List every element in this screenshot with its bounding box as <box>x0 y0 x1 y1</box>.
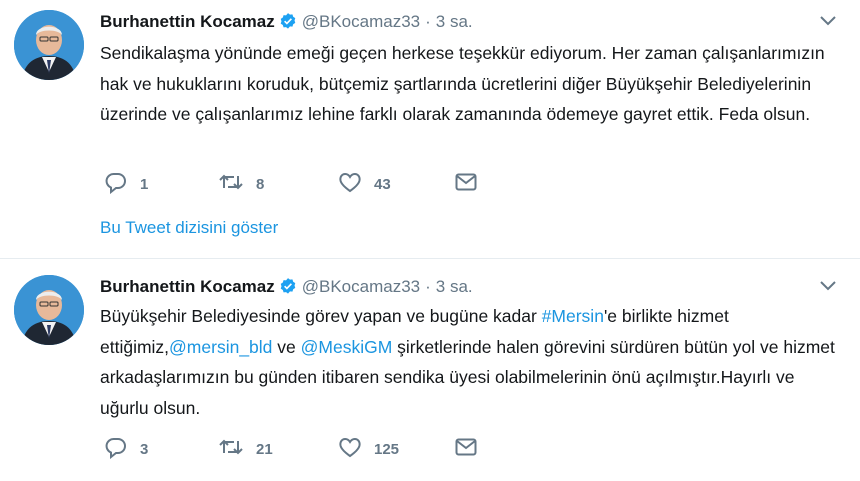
like-count: 43 <box>374 175 391 193</box>
tweet-time[interactable]: 3 sa. <box>436 12 473 31</box>
direct-message-button[interactable] <box>454 172 478 196</box>
reply-button[interactable]: 1 <box>104 172 148 196</box>
separator-dot: · <box>425 12 431 31</box>
chevron-down-icon[interactable] <box>818 279 838 293</box>
retweet-icon <box>218 170 244 199</box>
tweet-time[interactable]: 3 sa. <box>436 277 473 296</box>
retweet-count: 21 <box>256 440 273 458</box>
avatar[interactable] <box>14 275 84 345</box>
verified-badge-icon <box>279 12 297 37</box>
tweet[interactable]: Burhanettin Kocamaz @BKocamaz33 · 3 sa. Büy… <box>0 258 860 481</box>
tweet-header: Burhanettin Kocamaz @BKocamaz33 · 3 sa. <box>100 275 473 299</box>
tweet-text: Büyükşehir Belediyesinde görev yapan ve … <box>100 301 840 423</box>
reply-icon <box>104 435 128 464</box>
hashtag-link[interactable]: #Mersin <box>542 306 604 326</box>
like-button[interactable]: 125 <box>338 437 399 461</box>
heart-icon <box>338 435 362 464</box>
like-button[interactable]: 43 <box>338 172 391 196</box>
show-thread-link[interactable]: Bu Tweet dizisini göster <box>100 218 278 238</box>
reply-icon <box>104 170 128 199</box>
retweet-count: 8 <box>256 175 265 193</box>
chevron-down-icon[interactable] <box>818 14 838 28</box>
reply-count: 3 <box>140 440 149 458</box>
text-segment: Büyükşehir Belediyesinde görev yapan ve … <box>100 306 542 326</box>
direct-message-icon <box>454 435 478 464</box>
reply-button[interactable]: 3 <box>104 437 148 461</box>
verified-badge-icon <box>279 277 297 302</box>
tweet-text: Sendikalaşma yönünde emeği geçen herkese… <box>100 43 825 124</box>
like-count: 125 <box>374 440 400 458</box>
author-name[interactable]: Burhanettin Kocamaz <box>100 12 275 31</box>
mention-link[interactable]: @MeskiGM <box>301 337 393 357</box>
author-handle[interactable]: @BKocamaz33 <box>302 277 420 296</box>
author-name[interactable]: Burhanettin Kocamaz <box>100 277 275 296</box>
separator-dot: · <box>425 277 431 296</box>
text-segment: ve <box>272 336 301 357</box>
retweet-icon <box>218 435 244 464</box>
author-handle[interactable]: @BKocamaz33 <box>302 12 420 31</box>
tweet[interactable]: Burhanettin Kocamaz @BKocamaz33 · 3 sa. Sen… <box>0 0 860 258</box>
direct-message-icon <box>454 170 478 199</box>
reply-count: 1 <box>140 175 149 193</box>
retweet-button[interactable]: 8 <box>218 172 264 196</box>
avatar[interactable] <box>14 10 84 80</box>
retweet-button[interactable]: 21 <box>218 437 273 461</box>
direct-message-button[interactable] <box>454 437 478 461</box>
heart-icon <box>338 170 362 199</box>
tweet-header: Burhanettin Kocamaz @BKocamaz33 · 3 sa. <box>100 10 473 34</box>
tweet-feed: Burhanettin Kocamaz @BKocamaz33 · 3 sa. Sen… <box>0 0 860 480</box>
mention-link[interactable]: @mersin_bld <box>169 337 272 357</box>
